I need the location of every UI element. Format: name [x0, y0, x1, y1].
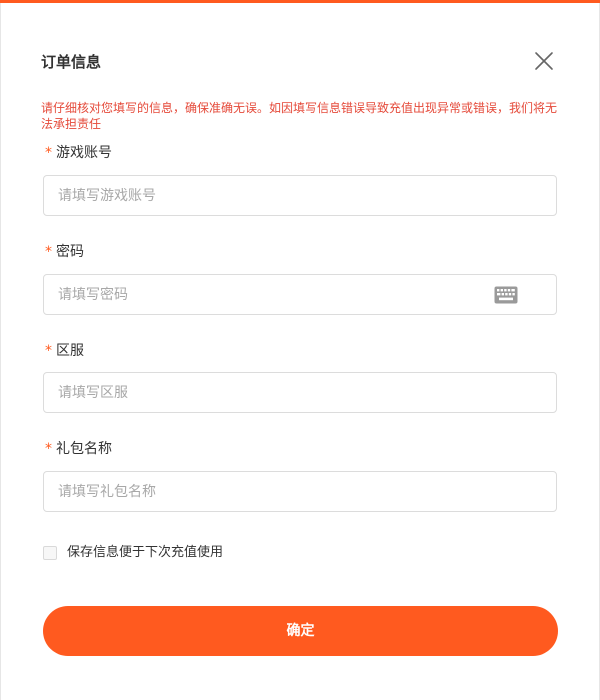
password-field: [43, 274, 557, 315]
field-label-server: * 区服: [45, 342, 84, 360]
warning-notice: 请仔细核对您填写的信息，确保准确无误。如因填写信息错误导致充值出现异常或错误，我…: [41, 101, 558, 131]
password-input[interactable]: [44, 275, 556, 314]
dialog-title: 订单信息: [41, 53, 102, 71]
field-label-game-account: * 游戏账号: [45, 144, 112, 162]
required-mark: *: [45, 244, 52, 260]
remember-label[interactable]: 保存信息便于下次充值使用: [67, 544, 223, 562]
confirm-button[interactable]: 确定: [43, 606, 558, 656]
required-mark: *: [45, 145, 52, 161]
remember-info-row: 保存信息便于下次充值使用: [43, 543, 223, 563]
keyboard-icon[interactable]: [494, 286, 518, 304]
field-label-text: 礼包名称: [56, 441, 112, 457]
order-info-dialog: 订单信息 请仔细核对您填写的信息，确保准确无误。如因填写信息错误导致充值出现异常…: [0, 3, 600, 700]
field-label-text: 密码: [56, 244, 84, 260]
field-label-password: * 密码: [45, 243, 84, 261]
gift-pack-input[interactable]: [44, 472, 556, 511]
remember-checkbox[interactable]: [43, 546, 57, 560]
server-field: [43, 372, 557, 413]
close-button[interactable]: [532, 49, 556, 73]
close-icon: [535, 52, 553, 70]
field-label-text: 游戏账号: [56, 145, 112, 161]
server-input[interactable]: [44, 373, 556, 412]
required-mark: *: [45, 441, 52, 457]
required-mark: *: [45, 343, 52, 359]
game-account-input[interactable]: [44, 176, 556, 215]
game-account-field: [43, 175, 557, 216]
field-label-text: 区服: [56, 343, 84, 359]
field-label-gift-pack: * 礼包名称: [45, 440, 112, 458]
gift-pack-field: [43, 471, 557, 512]
